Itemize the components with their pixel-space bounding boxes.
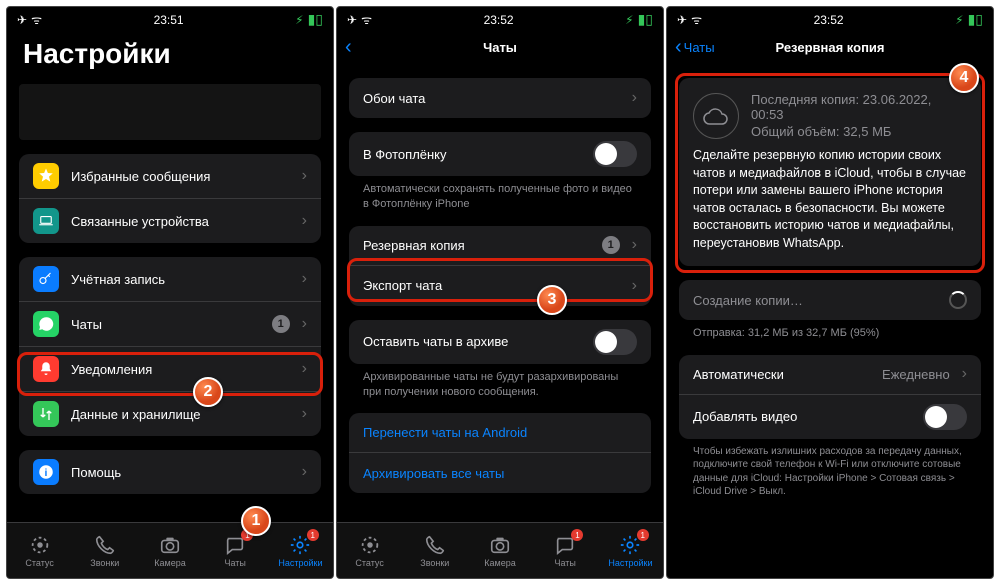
row-auto-backup[interactable]: Автоматически Ежедневно › bbox=[679, 355, 981, 395]
chevron-icon: › bbox=[632, 89, 637, 107]
star-icon bbox=[33, 163, 59, 189]
footnote: Архивированные чаты не будут разархивиро… bbox=[349, 364, 651, 400]
footnote: Чтобы избежать излишних расходов за пере… bbox=[679, 439, 981, 499]
chevron-icon: › bbox=[302, 405, 307, 423]
tab-status[interactable]: Статус bbox=[337, 523, 402, 578]
marker-1: 1 bbox=[241, 506, 271, 536]
row-Уведомления[interactable]: Уведомления› bbox=[19, 347, 321, 392]
screen-backup: ✈︎ ᯤ 23:52 ⚡︎▮▯ ‹Чаты Резервная копия По… bbox=[666, 6, 994, 579]
status-bar: ✈︎ ᯤ 23:52 ⚡︎▮▯ bbox=[337, 7, 663, 30]
badge: 1 bbox=[307, 529, 319, 541]
row-include-video[interactable]: Добавлять видео bbox=[679, 395, 981, 439]
switch-include-video[interactable] bbox=[923, 404, 967, 430]
row-Данные и хранилище[interactable]: Данные и хранилище› bbox=[19, 392, 321, 436]
wa-icon bbox=[33, 311, 59, 337]
spinner-icon bbox=[949, 291, 967, 309]
row-save-to-camera-roll[interactable]: В Фотоплёнку bbox=[349, 132, 651, 176]
row-wallpaper[interactable]: Обои чата› bbox=[349, 78, 651, 118]
backup-description: Сделайте резервную копию истории своих ч… bbox=[693, 147, 967, 252]
last-backup-label: Последняя копия: 23.06.2022, 00:53 bbox=[751, 92, 967, 122]
row-keep-archived[interactable]: Оставить чаты в архиве bbox=[349, 320, 651, 364]
nav-bar: ‹ Чаты bbox=[337, 30, 663, 64]
row-creating-backup: Создание копии… bbox=[679, 280, 981, 320]
chevron-icon: › bbox=[302, 270, 307, 288]
tab-camera[interactable]: Камера bbox=[137, 523, 202, 578]
row-Чаты[interactable]: Чаты1› bbox=[19, 302, 321, 347]
backup-summary: Последняя копия: 23.06.2022, 00:53 Общий… bbox=[679, 78, 981, 266]
nav-bar: ‹Чаты Резервная копия bbox=[667, 30, 993, 64]
tab-settings[interactable]: Настройки1 bbox=[268, 523, 333, 578]
status-bar: ✈︎ ᯤ 23:52 ⚡︎▮▯ bbox=[667, 7, 993, 30]
badge: 1 bbox=[602, 236, 620, 254]
row-Связанные устройства[interactable]: Связанные устройства› bbox=[19, 199, 321, 243]
page-title: Настройки bbox=[7, 30, 333, 80]
switch-keep-archived[interactable] bbox=[593, 329, 637, 355]
laptop-icon bbox=[33, 208, 59, 234]
back-button[interactable]: ‹Чаты bbox=[675, 36, 715, 59]
tab-status[interactable]: Статус bbox=[7, 523, 72, 578]
screen-settings: ✈︎ ᯤ 23:51 ⚡︎▮▯ Настройки Избранные сооб… bbox=[6, 6, 334, 579]
badge: 1 bbox=[571, 529, 583, 541]
marker-3: 3 bbox=[537, 285, 567, 315]
badge: 1 bbox=[272, 315, 290, 333]
row-export-chat[interactable]: Экспорт чата› bbox=[349, 266, 651, 306]
chevron-icon: › bbox=[302, 463, 307, 481]
row-Учётная запись[interactable]: Учётная запись› bbox=[19, 257, 321, 302]
chevron-icon: › bbox=[632, 277, 637, 295]
status-bar: ✈︎ ᯤ 23:51 ⚡︎▮▯ bbox=[7, 7, 333, 30]
tab-settings[interactable]: Настройки1 bbox=[598, 523, 663, 578]
tab-calls[interactable]: Звонки bbox=[72, 523, 137, 578]
chevron-icon: › bbox=[632, 236, 637, 254]
nav-title: Резервная копия bbox=[775, 40, 884, 55]
svg-text:i: i bbox=[45, 467, 48, 479]
marker-4: 4 bbox=[949, 63, 979, 93]
badge: 1 bbox=[637, 529, 649, 541]
switch-camera-roll[interactable] bbox=[593, 141, 637, 167]
total-size-label: Общий объём: 32,5 МБ bbox=[751, 124, 967, 139]
marker-2: 2 bbox=[193, 377, 223, 407]
arrows-icon bbox=[33, 401, 59, 427]
chevron-icon: › bbox=[962, 365, 967, 383]
tab-calls[interactable]: Звонки bbox=[402, 523, 467, 578]
cloud-icon bbox=[693, 93, 739, 139]
info-icon: i bbox=[33, 459, 59, 485]
footnote: Автоматически сохранять полученные фото … bbox=[349, 176, 651, 212]
tab-bar: СтатусЗвонкиКамераЧаты1Настройки1 bbox=[337, 522, 663, 578]
tab-camera[interactable]: Камера bbox=[467, 523, 532, 578]
chevron-icon: › bbox=[302, 212, 307, 230]
row-Избранные сообщения[interactable]: Избранные сообщения› bbox=[19, 154, 321, 199]
row-backup[interactable]: Резервная копия 1 › bbox=[349, 226, 651, 266]
row-move-android[interactable]: Перенести чаты на Android bbox=[349, 413, 651, 453]
row-Помощь[interactable]: iПомощь› bbox=[19, 450, 321, 494]
bell-icon bbox=[33, 356, 59, 382]
row-archive-all[interactable]: Архивировать все чаты bbox=[349, 453, 651, 493]
tab-bar: СтатусЗвонкиКамераЧаты1Настройки1 bbox=[7, 522, 333, 578]
nav-title: Чаты bbox=[483, 40, 517, 55]
screen-chats-settings: ✈︎ ᯤ 23:52 ⚡︎▮▯ ‹ Чаты Обои чата› В Фото… bbox=[336, 6, 664, 579]
chevron-icon: › bbox=[302, 360, 307, 378]
back-button[interactable]: ‹ bbox=[345, 36, 352, 59]
profile-row[interactable] bbox=[19, 84, 321, 140]
progress-label: Отправка: 31,2 МБ из 32,7 МБ (95%) bbox=[679, 320, 981, 341]
tab-chats[interactable]: Чаты1 bbox=[533, 523, 598, 578]
chevron-icon: › bbox=[302, 315, 307, 333]
chevron-icon: › bbox=[302, 167, 307, 185]
key-icon bbox=[33, 266, 59, 292]
